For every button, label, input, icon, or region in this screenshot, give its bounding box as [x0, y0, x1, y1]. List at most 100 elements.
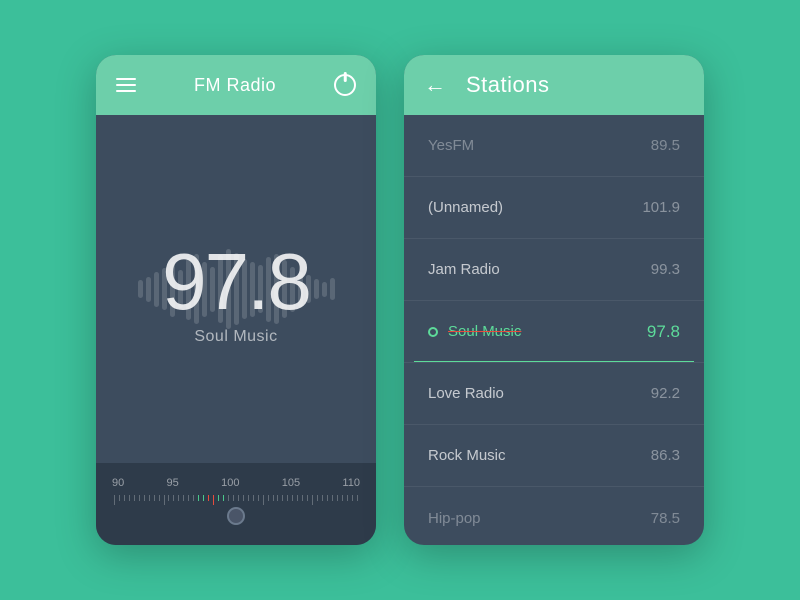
tick-mark [248, 495, 249, 501]
tuner-scale-label: 110 [342, 477, 360, 489]
station-list-item[interactable]: YesFM89.5 [404, 115, 704, 177]
tick-mark [193, 495, 194, 501]
tick-mark [178, 495, 179, 501]
station-name: (Unnamed) [428, 199, 503, 216]
tuner-scale-label: 90 [112, 477, 124, 489]
fm-radio-display: 97.8 Soul Music [96, 115, 376, 463]
tick-mark [154, 495, 155, 501]
station-name: Love Radio [428, 385, 504, 402]
tick-mark [273, 495, 274, 501]
tick-mark [114, 495, 115, 505]
back-button[interactable]: ← [424, 74, 446, 96]
tick-mark [253, 495, 254, 501]
station-frequency: 97.8 [647, 322, 680, 342]
tick-mark [287, 495, 288, 501]
frequency-number: 97.8 [162, 242, 310, 322]
station-list-item[interactable]: Jam Radio 99.3 [404, 239, 704, 301]
tick-mark [168, 495, 169, 501]
station-frequency: 99.3 [651, 261, 680, 278]
fm-tuner: 90 95 100 105 110 [96, 463, 376, 545]
eq-bar [138, 280, 143, 298]
power-button[interactable] [334, 74, 356, 96]
stations-list: YesFM89.5 (Unnamed) 101.9 Jam Radio 99.3 Soul… [404, 115, 704, 545]
tick-mark [317, 495, 318, 501]
tuner-scale-label: 95 [167, 477, 179, 489]
station-list-item[interactable]: Rock Music 86.3 [404, 425, 704, 487]
tick-mark [173, 495, 174, 501]
tick-mark [228, 495, 229, 501]
station-item-left: Soul Music [428, 323, 521, 340]
fm-radio-title: FM Radio [194, 75, 276, 96]
tuner-scale: 90 95 100 105 110 [112, 477, 360, 489]
station-name: Rock Music [428, 447, 506, 464]
tick-mark [352, 495, 353, 501]
tick-mark [233, 495, 234, 501]
station-name: Hip-pop [428, 510, 481, 527]
tick-mark [268, 495, 269, 501]
station-list-item[interactable]: Hip-pop 78.5 [404, 487, 704, 545]
tick-mark [208, 495, 209, 501]
tick-mark [357, 495, 358, 501]
station-item-left: Love Radio [428, 385, 504, 402]
tick-mark [342, 495, 343, 501]
tick-mark [213, 495, 214, 505]
eq-bar [322, 282, 327, 297]
station-name: Jam Radio [428, 261, 500, 278]
eq-bar [154, 272, 159, 307]
tick-mark [198, 495, 199, 501]
eq-bar [314, 279, 319, 299]
station-frequency: 78.5 [651, 510, 680, 527]
needle-circle[interactable] [227, 507, 245, 525]
tick-mark [302, 495, 303, 501]
tick-mark [297, 495, 298, 501]
tuner-scale-label: 100 [221, 477, 239, 489]
tick-mark [332, 495, 333, 501]
stations-header: ← Stations [404, 55, 704, 115]
tick-mark [134, 495, 135, 501]
tick-mark [282, 495, 283, 501]
frequency-display: 97.8 Soul Music [162, 242, 310, 346]
station-item-left: YesFM [428, 137, 474, 154]
tick-mark [337, 495, 338, 501]
active-station-dot [428, 327, 438, 337]
tick-mark [307, 495, 308, 501]
station-frequency: 86.3 [651, 447, 680, 464]
station-frequency: 92.2 [651, 385, 680, 402]
tick-mark [183, 495, 184, 501]
tuner-track [112, 495, 360, 525]
tick-mark [243, 495, 244, 501]
tick-mark [124, 495, 125, 501]
tick-mark [144, 495, 145, 501]
tick-mark [263, 495, 264, 505]
current-station-name: Soul Music [162, 328, 310, 346]
tick-mark [159, 495, 160, 501]
station-list-item[interactable]: Love Radio 92.2 [404, 363, 704, 425]
tick-mark [203, 495, 204, 501]
tick-mark [188, 495, 189, 501]
station-item-left: Jam Radio [428, 261, 500, 278]
stations-card: ← Stations YesFM89.5 (Unnamed) 101.9 Jam Ra… [404, 55, 704, 545]
tick-mark [327, 495, 328, 501]
tick-mark [347, 495, 348, 501]
stations-title: Stations [466, 72, 550, 98]
station-item-left: Rock Music [428, 447, 506, 464]
tick-mark [238, 495, 239, 501]
station-item-left: (Unnamed) [428, 199, 503, 216]
station-item-left: Hip-pop [428, 510, 481, 527]
station-name: YesFM [428, 137, 474, 154]
station-list-item[interactable]: Soul Music 97.8 [404, 301, 704, 363]
station-list-item[interactable]: (Unnamed) 101.9 [404, 177, 704, 239]
tuner-needle[interactable] [227, 507, 245, 525]
menu-icon[interactable] [116, 78, 136, 92]
tick-mark [139, 495, 140, 501]
tuner-scale-label: 105 [282, 477, 300, 489]
tick-mark [312, 495, 313, 505]
tick-mark [119, 495, 120, 501]
tick-mark [292, 495, 293, 501]
tick-mark [164, 495, 165, 505]
tick-mark [258, 495, 259, 501]
tick-mark [129, 495, 130, 501]
fm-radio-header: FM Radio [96, 55, 376, 115]
station-frequency: 101.9 [642, 199, 680, 216]
eq-bar [146, 277, 151, 302]
